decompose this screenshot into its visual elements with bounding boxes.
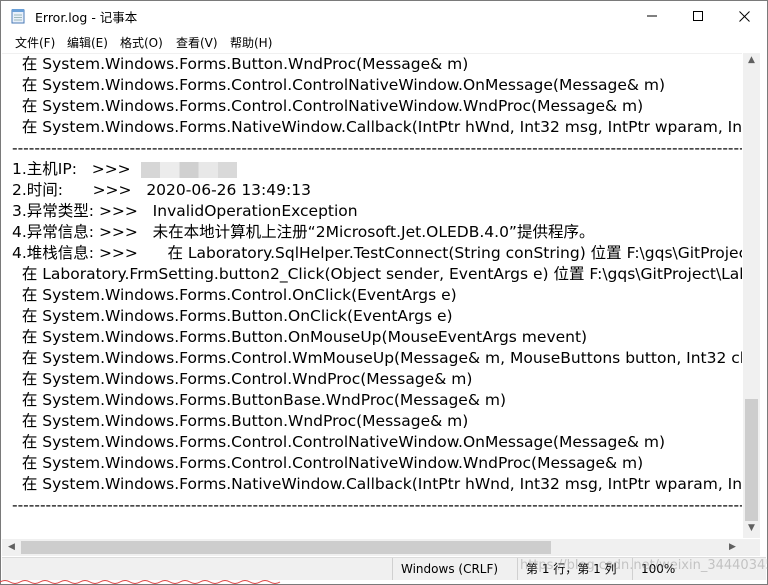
maximize-button[interactable] [675,1,721,31]
text-line: 2.时间: >>> 2020-06-26 13:49:13 [12,181,311,199]
text-line: 在 System.Windows.Forms.NativeWindow.Call… [21,118,742,136]
text-line: 在 System.Windows.Forms.Control.ControlNa… [12,97,644,115]
minimize-button[interactable] [629,1,675,31]
text-line: 3.异常类型: >>> InvalidOperationException [12,202,358,220]
text-line: 在 System.Windows.Forms.Button.OnMouseUp(… [12,328,588,346]
scroll-left-arrow-icon[interactable]: ◀ [3,542,20,552]
horizontal-scroll-thumb[interactable] [21,541,551,554]
status-cursor-position: 第 1 行，第 1 列 [517,558,626,580]
text-line: 在 System.Windows.Forms.Control.ControlNa… [12,454,644,472]
text-line: 在 System.Windows.Forms.Control.OnClick(E… [12,286,457,304]
text-line: 在 System.Windows.Forms.Control.WndProc(M… [12,370,473,388]
text-line: 在 System.Windows.Forms.Button.OnClick(Ev… [12,307,453,325]
text-line: 在 System.Windows.Forms.Control.WmMouseUp… [12,349,742,367]
text-line: 4.堆栈信息: >>> 在 Laboratory.SqlHelper.TestC… [12,244,742,262]
text-line: 在 System.Windows.Forms.Control.ControlNa… [12,433,666,451]
minimize-icon [647,15,657,17]
scrollbar-corner [743,539,760,556]
close-icon [738,10,750,22]
menu-file[interactable]: 文件(F) [15,34,55,51]
text-editor[interactable]: 在 System.Windows.Forms.Button.WndProc(Me… [2,53,742,539]
redacted-ip [140,161,237,178]
text-line: 在 System.Windows.Forms.ButtonBase.WndPro… [12,391,507,409]
separator-line: ----------------------------------------… [12,496,742,514]
menu-edit[interactable]: 编辑(E) [67,34,108,51]
close-button[interactable] [721,1,767,31]
scroll-right-arrow-icon[interactable]: ▶ [724,542,741,552]
text-line: 4.异常信息: >>> 未在本地计算机上注册“2Microsoft.Jet.OL… [12,223,595,241]
status-bar: Windows (CRLF) 第 1 行，第 1 列 100% [2,557,766,580]
text-line: 在 System.Windows.Forms.NativeWindow.Call… [21,475,742,493]
menu-format[interactable]: 格式(O) [120,34,163,51]
text-line: 在 System.Windows.Forms.Control.ControlNa… [12,76,666,94]
menu-view[interactable]: 查看(V) [176,34,218,51]
notepad-icon [11,9,25,24]
separator-line: ----------------------------------------… [12,139,742,157]
scroll-down-arrow-icon[interactable]: ▼ [743,523,760,533]
title-bar[interactable]: Error.log - 记事本 [1,1,767,31]
background-page-edge [0,580,281,584]
vertical-scrollbar[interactable]: ▲ ▼ [743,53,760,538]
text-line: 在 System.Windows.Forms.Button.WndProc(Me… [12,55,469,73]
maximize-icon [693,11,703,21]
scroll-up-arrow-icon[interactable]: ▲ [743,55,760,65]
horizontal-scrollbar[interactable]: ◀ ▶ [2,539,743,556]
status-line-ending: Windows (CRLF) [392,558,501,580]
text-line-ip: 1.主机IP: >>> [12,159,237,180]
text-line: 在 Laboratory.FrmSetting.button2_Click(Ob… [12,265,742,283]
notepad-window: Error.log - 记事本 文件(F) 编辑(E) 格式(O) 查看(V) … [0,0,768,585]
ip-label: 1.主机IP: >>> [12,160,141,178]
vertical-scroll-thumb[interactable] [745,399,758,521]
window-title: Error.log - 记事本 [35,10,138,25]
menu-bar: 文件(F) 编辑(E) 格式(O) 查看(V) 帮助(H) [1,32,767,52]
status-zoom: 100% [632,558,681,580]
menu-help[interactable]: 帮助(H) [230,34,272,51]
text-line: 在 System.Windows.Forms.Button.WndProc(Me… [12,412,469,430]
